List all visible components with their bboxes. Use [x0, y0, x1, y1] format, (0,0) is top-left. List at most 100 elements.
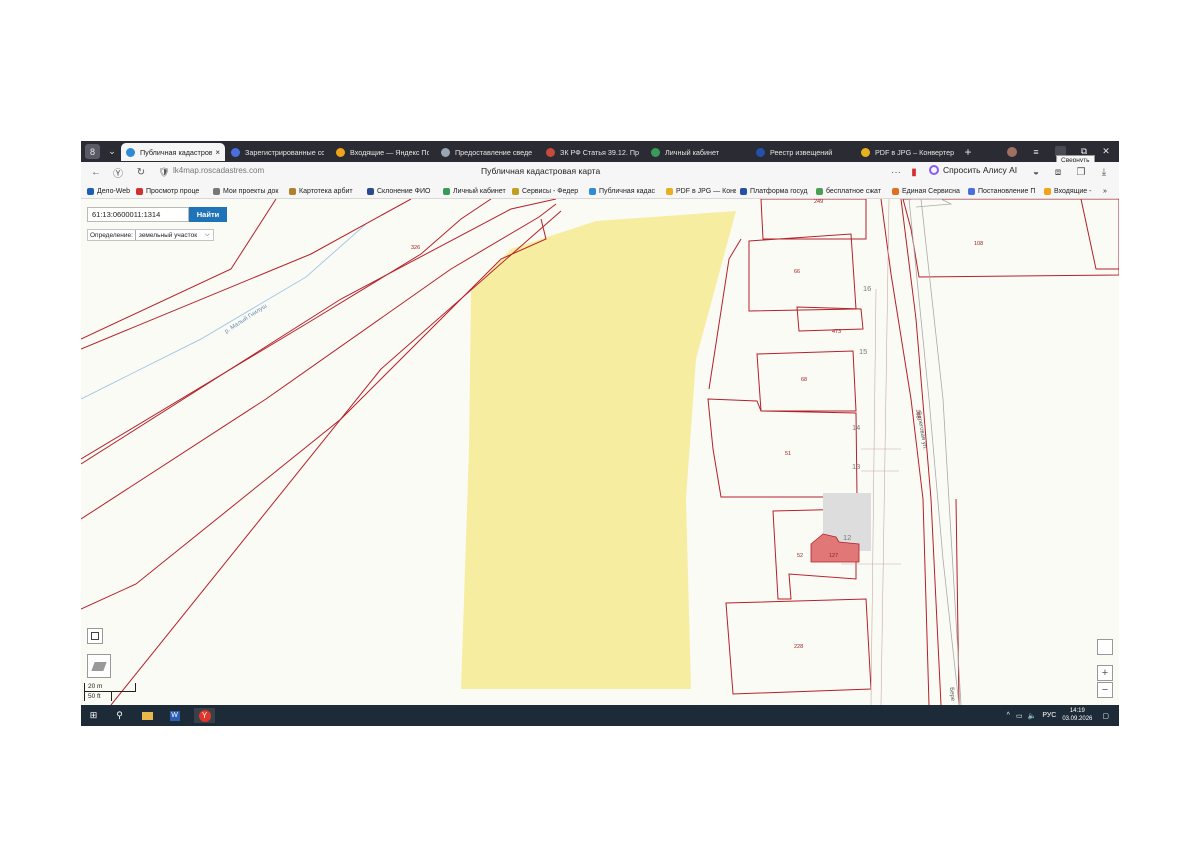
- browser-tab[interactable]: ЗК РФ Статья 39.12. Про: [541, 143, 644, 161]
- plot-number-label: 51: [785, 451, 792, 457]
- bookmark-item[interactable]: Склонение ФИО: [367, 185, 439, 197]
- tab-favicon-icon: [861, 147, 870, 157]
- bookmarks-more-button[interactable]: »: [1103, 185, 1107, 197]
- bookmark-favicon-icon: [666, 187, 673, 195]
- map-canvas[interactable]: [81, 199, 1119, 705]
- bookmark-favicon-icon: [367, 187, 374, 195]
- bookmark-item[interactable]: Просмотр проце: [136, 185, 209, 197]
- bookmarks-bar: Дело-Web Просмотр проце Мои проекты док Кар…: [81, 183, 1119, 199]
- search-panel: Найти: [87, 207, 227, 222]
- house-number-label: 14: [852, 423, 861, 432]
- system-tray: ^ ▭ 🔈 РУС 14:19 03.09.2026 ▢: [1007, 708, 1109, 723]
- bookmark-icon[interactable]: ▮: [907, 165, 921, 179]
- browser-tab[interactable]: Входящие — Яндекс По: [331, 143, 434, 161]
- yandex-logo-icon[interactable]: Ⓨ: [111, 165, 125, 180]
- yandex-browser-icon[interactable]: Y: [194, 708, 215, 723]
- cadastral-number-input[interactable]: [87, 207, 189, 222]
- volume-icon[interactable]: 🔈: [1028, 712, 1037, 720]
- download-icon[interactable]: ⤓: [1097, 165, 1111, 179]
- bookmark-item[interactable]: Публичная кадас: [589, 185, 662, 197]
- collections-icon[interactable]: ❐: [1074, 165, 1088, 179]
- back-arrow-icon[interactable]: ←: [89, 165, 103, 179]
- bookmarks-more-label: »: [1103, 187, 1107, 195]
- close-window-icon[interactable]: ✕: [1097, 144, 1115, 159]
- search-button[interactable]: Найти: [189, 207, 227, 222]
- tab-list-chevron-icon[interactable]: ⌄: [103, 144, 121, 159]
- definition-label: Определение:: [90, 231, 133, 239]
- search-icon[interactable]: ⚲: [112, 708, 127, 723]
- windows-start-icon[interactable]: ⊞: [86, 708, 101, 723]
- zoom-in-button[interactable]: +: [1097, 665, 1113, 681]
- bookmark-item[interactable]: Мои проекты док: [213, 185, 285, 197]
- definition-select[interactable]: земельный участок ⌵: [134, 230, 213, 240]
- street-edges: [908, 199, 962, 705]
- menu-icon[interactable]: ≡: [1027, 144, 1045, 159]
- bookmark-label: Мои проекты док: [223, 187, 279, 195]
- extensions-icon[interactable]: ⧈: [1051, 165, 1065, 179]
- file-explorer-icon[interactable]: [140, 708, 155, 723]
- url-text[interactable]: lk4map.roscadastres.com: [173, 166, 264, 175]
- clock[interactable]: 14:19 03.09.2026: [1062, 708, 1092, 723]
- definition-selector[interactable]: Определение: земельный участок ⌵: [87, 229, 214, 241]
- bookmark-favicon-icon: [816, 187, 823, 195]
- tab-favicon-icon: [546, 147, 555, 157]
- downloads-pause-icon[interactable]: ◒: [1029, 165, 1043, 179]
- clock-time: 14:19: [1069, 708, 1085, 714]
- tab-title: Предоставление сведе: [455, 147, 533, 157]
- bookmark-favicon-icon: [740, 187, 747, 195]
- tab-title: Реестр извещений: [770, 147, 833, 157]
- bookmark-item[interactable]: Платформа госуд: [740, 185, 812, 197]
- browser-tab[interactable]: Предоставление сведе: [436, 143, 539, 161]
- bookmark-favicon-icon: [589, 187, 596, 195]
- tab-favicon-icon: [336, 147, 345, 157]
- utility-lines: [841, 199, 901, 705]
- bookmark-item[interactable]: Постановление П: [968, 185, 1040, 197]
- alice-ai-button[interactable]: Спросить Алису AI: [929, 165, 1017, 175]
- bookmark-favicon-icon: [892, 187, 899, 195]
- word-icon[interactable]: W: [167, 708, 182, 723]
- plot-number-label: 326: [411, 245, 421, 251]
- bookmark-label: Публичная кадас: [599, 187, 656, 195]
- yandex-badge-icon[interactable]: 8: [85, 144, 100, 159]
- bookmark-item[interactable]: Входящие -: [1044, 185, 1104, 197]
- network-icon[interactable]: ▭: [1016, 712, 1023, 720]
- profile-avatar[interactable]: [1003, 144, 1021, 159]
- bookmark-label: Склонение ФИО: [377, 187, 431, 195]
- map-tool-button[interactable]: [1097, 639, 1113, 655]
- bookmark-label: бесплатное сжат: [826, 187, 881, 195]
- browser-tab[interactable]: Личный кабинет: [646, 143, 749, 161]
- new-tab-button[interactable]: +: [959, 144, 977, 159]
- reload-icon[interactable]: ↻: [134, 165, 148, 179]
- cadastral-map[interactable]: 249 108 326 66 473 68 51 127 52 228 168 16 15 14 13 12…: [81, 199, 1119, 705]
- clock-date: 03.09.2026: [1062, 715, 1093, 722]
- more-options-icon[interactable]: ···: [889, 165, 903, 179]
- bookmark-favicon-icon: [512, 187, 519, 195]
- river-line: [81, 223, 367, 400]
- bookmark-item[interactable]: Личный кабинет: [443, 185, 508, 197]
- notifications-icon[interactable]: ▢: [1102, 712, 1109, 720]
- bookmark-favicon-icon: [443, 187, 450, 195]
- bookmark-item[interactable]: Сервисы - Федер: [512, 185, 585, 197]
- tab-close-icon[interactable]: ×: [212, 148, 220, 157]
- fullscreen-button[interactable]: [87, 628, 103, 644]
- tray-chevron-icon[interactable]: ^: [1007, 712, 1010, 719]
- tab-title: Зарегистрированные сс: [245, 147, 324, 157]
- bookmark-item[interactable]: Картотека арбит: [289, 185, 363, 197]
- language-indicator[interactable]: РУС: [1042, 712, 1056, 719]
- bookmark-item[interactable]: Дело-Web: [87, 185, 132, 197]
- browser-tab[interactable]: Зарегистрированные сс: [226, 143, 329, 161]
- shield-icon[interactable]: 🛡: [157, 165, 171, 179]
- bookmark-item[interactable]: PDF в JPG — Конв: [666, 185, 736, 197]
- browser-tab[interactable]: Реестр извещений: [751, 143, 854, 161]
- tab-title: Публичная кадастров: [140, 147, 213, 157]
- bookmark-item[interactable]: бесплатное сжат: [816, 185, 888, 197]
- selected-plot: [461, 211, 736, 689]
- bookmark-label: Просмотр проце: [146, 187, 200, 195]
- bookmark-item[interactable]: Единая Сервисна: [892, 185, 964, 197]
- alice-label: Спросить Алису AI: [943, 165, 1018, 175]
- zoom-out-button[interactable]: −: [1097, 682, 1113, 698]
- bookmark-label: Дело-Web: [97, 187, 131, 195]
- browser-tab[interactable]: Публичная кадастров ×: [121, 143, 225, 161]
- layers-button[interactable]: [87, 654, 111, 678]
- browser-tab[interactable]: PDF в JPG – Конвертер: [856, 143, 959, 161]
